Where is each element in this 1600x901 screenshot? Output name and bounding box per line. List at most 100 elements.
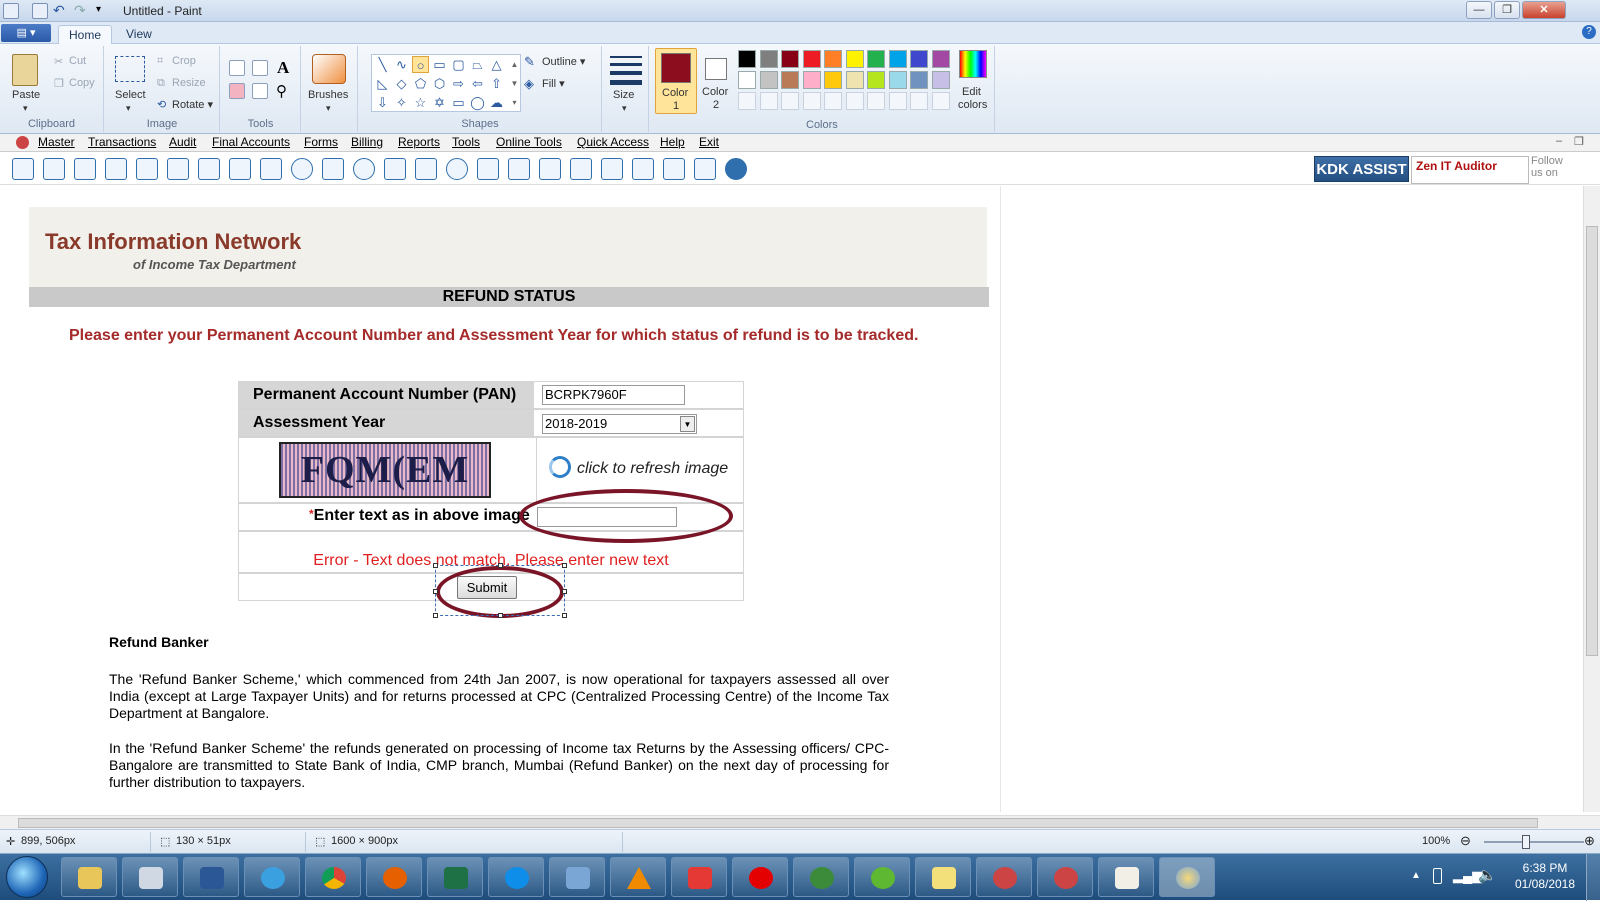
paint-app-icon[interactable] [3, 3, 19, 19]
shapes-more-icon[interactable]: ▾ [506, 94, 523, 111]
info-icon[interactable] [446, 158, 468, 180]
crop-button[interactable]: Crop [172, 55, 196, 67]
palette-color-swatch[interactable] [910, 71, 928, 89]
outline-button[interactable]: Outline ▾ [542, 55, 585, 68]
edit-colors-icon[interactable] [959, 50, 987, 78]
pie-chart-icon[interactable] [353, 158, 375, 180]
horizontal-scroll-thumb[interactable] [18, 818, 1538, 828]
resize-handle-b[interactable] [498, 613, 503, 618]
paint-canvas-area[interactable]: Tax Information Network of Income Tax De… [0, 186, 1600, 812]
rectangle-shape-icon[interactable]: ▭ [431, 56, 448, 73]
home-icon[interactable] [43, 158, 65, 180]
pay-icon[interactable] [384, 158, 406, 180]
color-picker-icon[interactable] [252, 83, 268, 99]
paste-dropdown-icon[interactable]: ▾ [23, 103, 28, 114]
left-arrow-shape-icon[interactable]: ⇦ [469, 75, 486, 92]
resize-handle-l[interactable] [433, 589, 438, 594]
refresh-icon[interactable] [549, 456, 571, 478]
pentagon-shape-icon[interactable]: ⬠ [412, 75, 429, 92]
custom-color-slot[interactable] [824, 92, 842, 110]
ledger-book-icon[interactable] [12, 158, 34, 180]
palette-color-swatch[interactable] [888, 71, 907, 89]
select-icon[interactable] [115, 56, 145, 82]
diamond-shape-icon[interactable]: ◇ [393, 75, 410, 92]
copy-icon[interactable]: ❐ [54, 77, 64, 90]
battery-icon[interactable] [1433, 868, 1442, 884]
tab-view[interactable]: View [116, 25, 162, 44]
taskbar-globe[interactable] [793, 857, 849, 897]
tag-icon[interactable] [198, 158, 220, 180]
resize-handle-bl[interactable] [433, 613, 438, 618]
custom-color-slot[interactable] [738, 92, 756, 110]
dropdown-arrow-icon[interactable]: ▼ [680, 416, 695, 432]
palette-color-swatch[interactable] [824, 71, 842, 89]
text-tool-icon[interactable]: A [277, 58, 289, 78]
rotate-icon[interactable]: ⟲ [157, 98, 166, 111]
mdi-minimize-icon[interactable]: – [1556, 135, 1562, 147]
shapes-scroll-down-icon[interactable]: ▼ [506, 75, 523, 92]
menu-reports[interactable]: Reports [398, 135, 440, 149]
resize-handle-t[interactable] [498, 563, 503, 568]
fill-button[interactable]: Fill ▾ [542, 77, 565, 90]
custom-color-slot[interactable] [888, 92, 907, 110]
zoom-out-icon[interactable]: ⊖ [1460, 833, 1471, 849]
customize-quick-access-icon[interactable]: ▾ [96, 3, 112, 19]
tax-icon[interactable] [260, 158, 282, 180]
color2-selector[interactable]: Color 2 [699, 48, 735, 114]
report-icon[interactable] [477, 158, 499, 180]
taskbar-chrome[interactable] [305, 857, 361, 897]
down-arrow-shape-icon[interactable]: ⇩ [374, 94, 391, 111]
custom-color-slot[interactable] [759, 92, 778, 110]
curve-shape-icon[interactable]: ∿ [393, 56, 410, 73]
show-hidden-icons[interactable]: ▲ [1411, 870, 1421, 881]
menu-billing[interactable]: Billing [351, 135, 383, 149]
edit-colors-label1[interactable]: Edit [962, 86, 981, 98]
rotate-button[interactable]: Rotate ▾ [172, 98, 213, 111]
brushes-dropdown-icon[interactable]: ▾ [326, 103, 331, 114]
close-app-icon[interactable] [725, 158, 747, 180]
pencil-icon[interactable] [229, 60, 245, 76]
vertical-scroll-thumb[interactable] [1586, 226, 1598, 656]
system-clock[interactable]: 6:38 PM 01/08/2018 [1505, 860, 1585, 892]
menu-exit[interactable]: Exit [699, 135, 719, 149]
taskbar-network[interactable] [549, 857, 605, 897]
zen-it-auditor-link[interactable]: Zen IT Auditor [1411, 156, 1529, 184]
menu-quick-access[interactable]: Quick Access [577, 135, 649, 149]
palette-color-swatch[interactable] [738, 50, 756, 68]
mdi-restore-icon[interactable]: ❐ [1574, 135, 1584, 148]
3cd-icon[interactable] [694, 158, 716, 180]
taskbar-firefox[interactable] [366, 857, 422, 897]
six-point-star-shape-icon[interactable]: ✡ [431, 94, 448, 111]
taskbar-app-2[interactable] [1037, 857, 1093, 897]
shapes-gallery[interactable]: ╲ ∿ ○ ▭ ▢ ⏢ △ ◺ ◇ ⬠ ⬡ ⇨ ⇦ ⇧ ⇩ ✧ ☆ ✡ ▭ ◯ … [371, 54, 521, 112]
palette-color-swatch[interactable] [910, 50, 928, 68]
resize-handle-tr[interactable] [562, 563, 567, 568]
brushes-icon[interactable] [312, 54, 346, 84]
taskbar-paint[interactable] [1159, 857, 1215, 897]
taskbar-excel[interactable] [427, 857, 483, 897]
tds-icon[interactable] [663, 158, 685, 180]
select-button[interactable]: Select [115, 89, 146, 101]
up-arrow-shape-icon[interactable]: ⇧ [488, 75, 505, 92]
rounded-rectangle-shape-icon[interactable]: ▢ [450, 56, 467, 73]
taskbar-airtel[interactable] [732, 857, 788, 897]
palette-color-swatch[interactable] [781, 71, 799, 89]
taskbar-teamviewer[interactable] [488, 857, 544, 897]
menu-help[interactable]: Help [660, 135, 685, 149]
custom-color-slot[interactable] [910, 92, 928, 110]
horizontal-scrollbar[interactable] [0, 815, 1600, 829]
outline-icon[interactable]: ✎ [524, 54, 535, 70]
palette-color-swatch[interactable] [931, 50, 950, 68]
line-shape-icon[interactable]: ╲ [374, 56, 391, 73]
five-point-star-shape-icon[interactable]: ☆ [412, 94, 429, 111]
four-point-star-shape-icon[interactable]: ✧ [393, 94, 410, 111]
crop-icon[interactable]: ⌗ [157, 55, 163, 68]
custom-color-slot[interactable] [867, 92, 885, 110]
undo-icon[interactable]: ↶ [53, 3, 69, 19]
copy-doc-icon[interactable] [601, 158, 623, 180]
menu-final-accounts[interactable]: Final Accounts [212, 135, 290, 149]
menu-online-tools[interactable]: Online Tools [496, 135, 562, 149]
custom-color-slot[interactable] [781, 92, 799, 110]
size-dropdown-icon[interactable]: ▾ [622, 103, 627, 114]
building-icon[interactable] [74, 158, 96, 180]
